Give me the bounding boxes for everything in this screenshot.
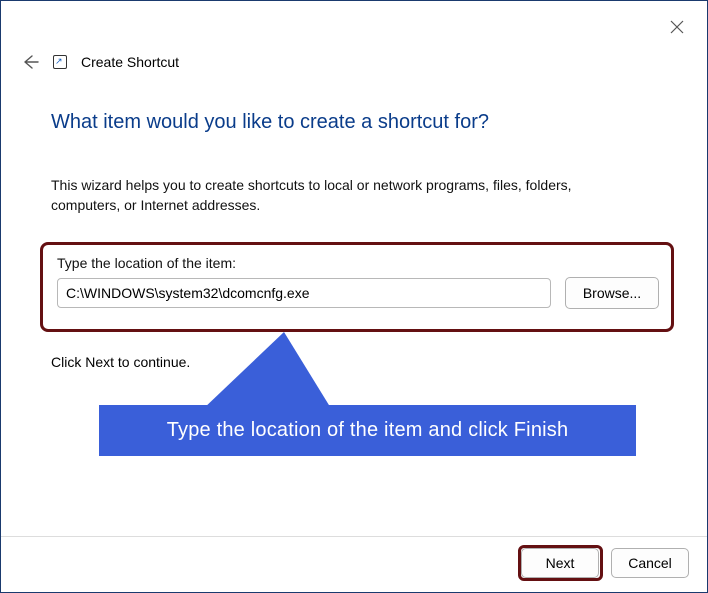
browse-button[interactable]: Browse... [565, 277, 659, 309]
location-label: Type the location of the item: [57, 255, 659, 271]
location-input[interactable] [57, 278, 551, 308]
main-heading: What item would you like to create a sho… [51, 111, 489, 134]
next-button[interactable]: Next [521, 548, 599, 578]
location-highlight: Type the location of the item: Browse... [40, 242, 674, 332]
back-arrow-icon[interactable] [21, 53, 39, 71]
close-icon[interactable] [669, 19, 685, 35]
wizard-description: This wizard helps you to create shortcut… [51, 175, 611, 216]
footer-buttons: Next Cancel [521, 548, 689, 578]
header: Create Shortcut [21, 53, 179, 71]
annotation-callout: Type the location of the item and click … [99, 405, 636, 456]
continue-hint: Click Next to continue. [51, 354, 190, 370]
footer-separator [1, 536, 707, 537]
window-title: Create Shortcut [81, 54, 179, 70]
shortcut-icon [53, 55, 67, 69]
callout-arrow-shape [202, 332, 332, 410]
cancel-button[interactable]: Cancel [611, 548, 689, 578]
location-row: Browse... [57, 277, 659, 309]
